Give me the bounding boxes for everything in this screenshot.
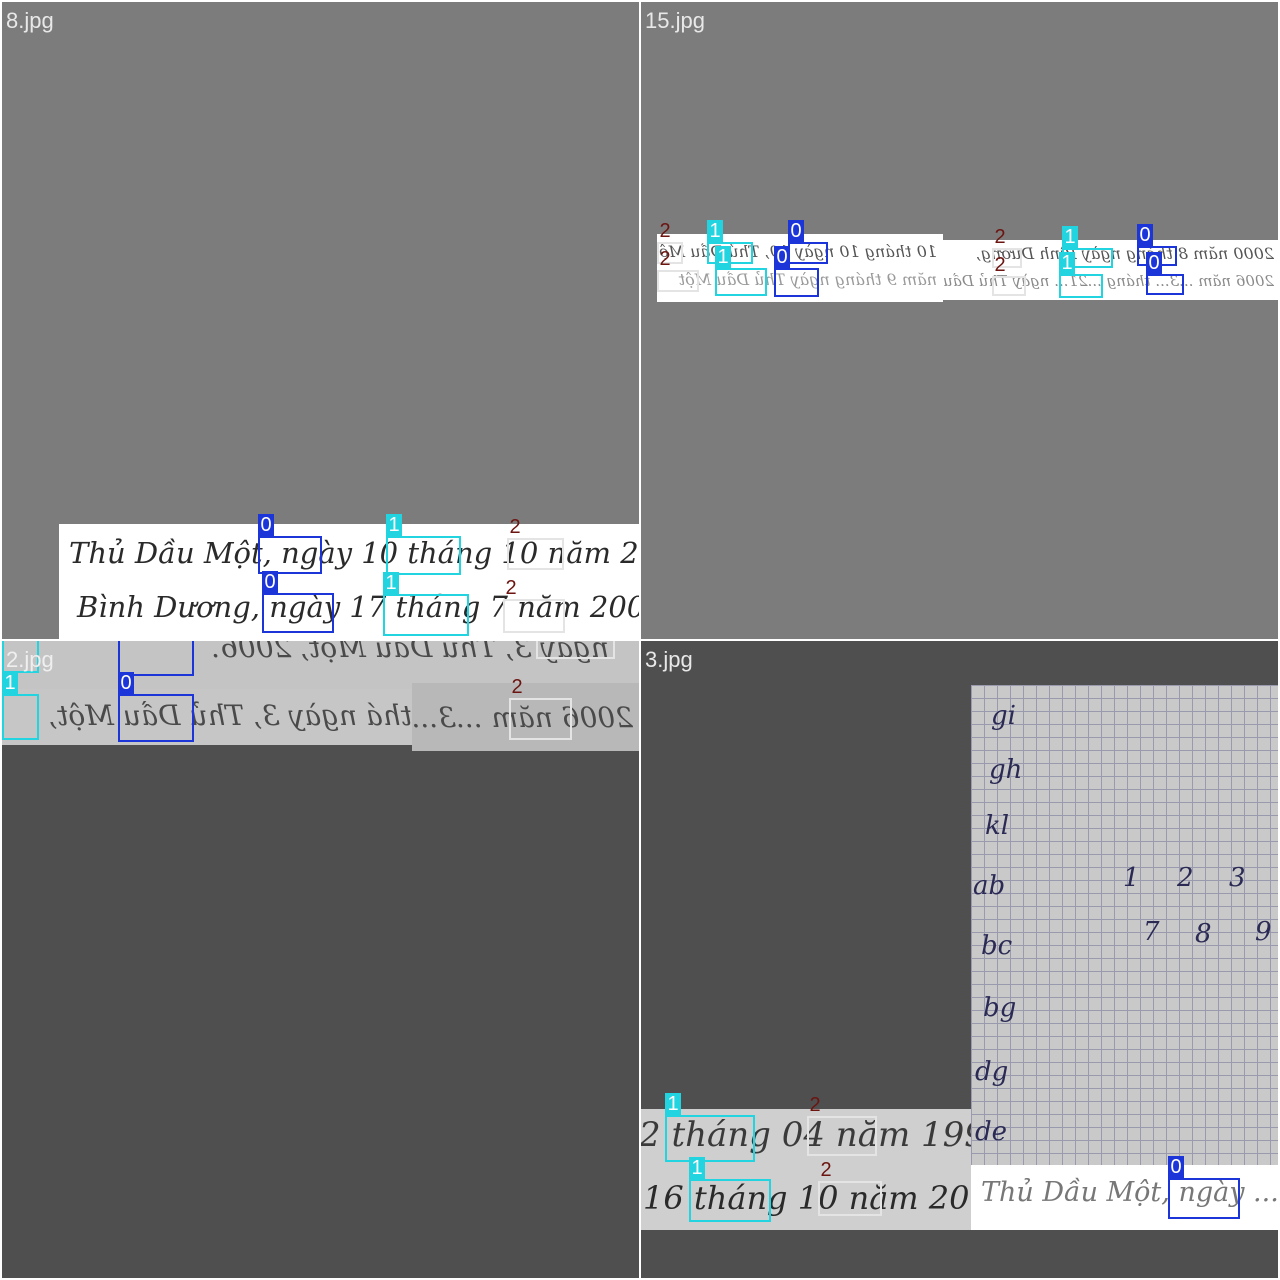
label-box: 2 bbox=[503, 577, 565, 633]
class-tag: 1 bbox=[689, 1157, 705, 1179]
class-tag: 1 bbox=[707, 220, 723, 242]
handwritten-text: de bbox=[975, 1117, 1008, 1147]
class-tag: 1 bbox=[665, 1093, 681, 1115]
class-tag: 1 bbox=[715, 246, 731, 268]
class-tag: 0 bbox=[774, 246, 790, 268]
tile-8: 8.jpg Thủ Dầu Một, ngày 10 tháng 10 năm … bbox=[2, 2, 639, 639]
class-tag: 0 bbox=[258, 514, 274, 536]
tile-divider-horizontal bbox=[0, 639, 1280, 641]
class-tag: 1 bbox=[386, 514, 402, 536]
class-tag: 0 bbox=[1146, 252, 1162, 274]
class-tag: 0 bbox=[118, 672, 134, 694]
label-box: 0 bbox=[1146, 252, 1184, 295]
class-tag: 2 bbox=[659, 220, 671, 242]
handwritten-digit: 3 bbox=[1229, 863, 1246, 893]
label-box: 0 bbox=[118, 672, 194, 742]
document-strip: thá ngày 3, Thủ Dầu Một, bbox=[2, 689, 412, 745]
class-tag: 2 bbox=[659, 248, 671, 270]
handwritten-digit: 1 bbox=[1123, 863, 1140, 893]
label-box: 0 bbox=[258, 514, 322, 574]
class-tag: 1 bbox=[383, 572, 399, 594]
label-box: 0 bbox=[118, 641, 194, 676]
label-box: 2 bbox=[509, 676, 572, 740]
tile-filename: 8.jpg bbox=[6, 8, 54, 33]
tile-filename: 3.jpg bbox=[645, 647, 693, 672]
label-box: 2 bbox=[807, 1094, 877, 1156]
tile-filename: 15.jpg bbox=[645, 8, 705, 33]
tile-3: 3.jpg gi gh kl ab bc bg dg de 1 2 3 7 8 … bbox=[641, 641, 1278, 1278]
label-box: 0 bbox=[774, 246, 819, 297]
handwritten-text: ab bbox=[973, 871, 1006, 901]
label-box: 2 bbox=[818, 1159, 882, 1216]
tile-filename: 2.jpg bbox=[6, 647, 54, 672]
class-tag: 2 bbox=[820, 1159, 832, 1181]
class-tag: 0 bbox=[262, 571, 278, 593]
class-tag: 2 bbox=[505, 577, 517, 599]
grid-paper-photo: gi gh kl ab bc bg dg de 1 2 3 7 8 9 bbox=[971, 685, 1278, 1165]
label-box: 1 bbox=[386, 514, 461, 575]
handwritten-text: gh bbox=[989, 755, 1023, 785]
handwritten-digit: 7 bbox=[1143, 917, 1160, 947]
handwritten-text: kl bbox=[985, 811, 1010, 841]
handwritten-digit: 8 bbox=[1195, 919, 1212, 949]
class-tag: 1 bbox=[1062, 226, 1078, 248]
class-tag: 1 bbox=[1059, 252, 1075, 274]
label-box: 1 bbox=[665, 1093, 755, 1162]
label-box: 0 bbox=[788, 220, 828, 264]
class-tag: 2 bbox=[809, 1094, 821, 1116]
label-box: 2 bbox=[507, 516, 564, 570]
handwritten-text: gi bbox=[991, 701, 1016, 731]
label-box: 2 bbox=[992, 254, 1026, 296]
label-box: 2 bbox=[657, 248, 699, 292]
label-box: 2 bbox=[536, 641, 615, 659]
handwritten-text: dg bbox=[975, 1057, 1009, 1087]
handwritten-digit: 2 bbox=[1177, 863, 1194, 893]
handwritten-digit: 9 bbox=[1255, 917, 1272, 947]
class-tag: 0 bbox=[1168, 1156, 1184, 1178]
tile-15: 15.jpg 10 tháng 10 ngày 10, Thủ Dầu Một,… bbox=[641, 2, 1278, 639]
class-tag: 0 bbox=[1137, 224, 1153, 246]
label-box: 1 bbox=[1059, 252, 1103, 298]
label-box: 1 bbox=[689, 1157, 771, 1222]
class-tag: 0 bbox=[788, 220, 804, 242]
label-box: 0 bbox=[262, 571, 334, 633]
class-tag: 2 bbox=[994, 226, 1006, 248]
handwritten-text: bg bbox=[983, 993, 1017, 1023]
class-tag: 2 bbox=[511, 676, 523, 698]
label-box: 1 bbox=[2, 672, 39, 740]
class-tag: 1 bbox=[2, 672, 18, 694]
label-box: 1 bbox=[715, 246, 767, 296]
label-box: 0 bbox=[1168, 1156, 1240, 1219]
class-tag: 2 bbox=[994, 254, 1006, 276]
tile-2: ngày 3, Thủ Dầu Một, 2006. thá ngày 3, T… bbox=[2, 641, 639, 1278]
text-line: thá ngày 3, Thủ Dầu Một, bbox=[48, 699, 412, 732]
label-box: 1 bbox=[383, 572, 469, 636]
class-tag: 2 bbox=[509, 516, 521, 538]
handwritten-text: bc bbox=[981, 931, 1013, 961]
